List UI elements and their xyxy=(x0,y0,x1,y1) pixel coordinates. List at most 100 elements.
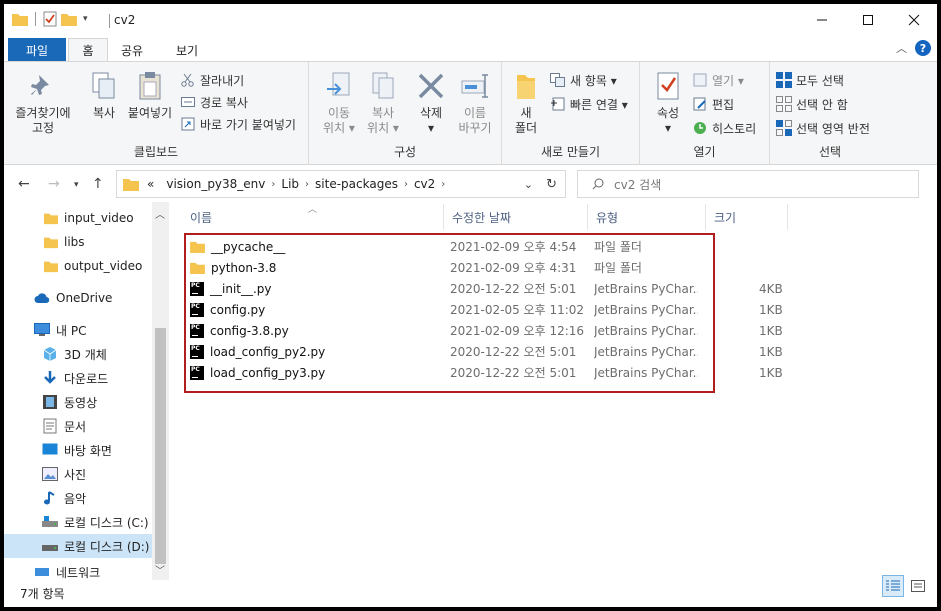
new-folder-icon[interactable] xyxy=(61,12,77,26)
address-dropdown-icon[interactable]: ⌄ xyxy=(524,178,533,191)
close-button[interactable] xyxy=(891,4,937,36)
file-row[interactable]: PC config.py 2021-02-05 오후 11:02 JetBrain… xyxy=(184,299,783,320)
chevron-right-icon[interactable]: › xyxy=(404,179,408,190)
copy-to-button[interactable]: 복사 위치 ▾ xyxy=(361,70,405,136)
column-header-date[interactable]: 수정한 날짜 xyxy=(444,204,588,230)
pycharm-file-icon: PC xyxy=(190,344,204,359)
chevron-right-icon[interactable]: › xyxy=(441,179,445,190)
invert-selection-button[interactable]: 선택 영역 반전 xyxy=(776,118,870,138)
select-all-button[interactable]: 모두 선택 xyxy=(776,70,844,90)
nav-item-desktop[interactable]: 바탕 화면 xyxy=(4,438,152,462)
new-item-button[interactable]: 새 항목 ▾ xyxy=(550,70,617,90)
nav-item-music[interactable]: 음악 xyxy=(4,486,152,510)
easy-access-label: 빠른 연결 ▾ xyxy=(570,97,628,112)
minimize-button[interactable] xyxy=(799,4,845,36)
column-header-name[interactable]: 이름 xyxy=(182,204,444,230)
refresh-icon[interactable]: ↻ xyxy=(546,177,557,192)
collapse-ribbon-icon[interactable]: ︿ xyxy=(896,40,907,56)
nav-item-label: 다운로드 xyxy=(64,371,109,386)
nav-item-drive-c[interactable]: 로컬 디스크 (C:) xyxy=(4,510,152,534)
file-row[interactable]: PC load_config_py2.py 2020-12-22 오전 5:01 … xyxy=(184,341,783,362)
edit-button[interactable]: 편집 xyxy=(692,94,734,114)
nav-item-label: 음악 xyxy=(64,491,87,506)
maximize-button[interactable] xyxy=(845,4,891,36)
pc-icon xyxy=(34,323,50,336)
nav-item-onedrive[interactable]: OneDrive xyxy=(4,286,152,310)
select-none-button[interactable]: 선택 안 함 xyxy=(776,94,848,114)
file-row[interactable]: python-3.8 2021-02-09 오후 4:31 파일 폴더 xyxy=(184,257,704,278)
nav-item-label: libs xyxy=(64,235,85,249)
search-box[interactable]: cv2 검색 xyxy=(577,170,919,198)
recent-chevron-icon[interactable]: ▾ xyxy=(74,180,79,190)
breadcrumb-item[interactable]: Lib xyxy=(281,177,299,191)
file-date: 2021-02-09 오후 4:54 xyxy=(450,240,577,254)
file-row[interactable]: PC config-3.8.py 2021-02-09 오후 12:16 JetB… xyxy=(184,320,783,341)
nav-item-libs[interactable]: libs xyxy=(4,230,152,254)
ribbon: 즐겨찾기에 고정 복사 붙여넣기 잘라내기 경로 복사 바로 가기 붙여넣기 클… xyxy=(4,61,937,165)
scroll-up-icon[interactable]: ︿ xyxy=(155,206,165,221)
nav-item-label: OneDrive xyxy=(56,291,113,305)
breadcrumb-item[interactable]: site-packages xyxy=(315,177,398,191)
nav-item-downloads[interactable]: 다운로드 xyxy=(4,366,152,390)
rename-button[interactable]: 이름 바꾸기 xyxy=(453,70,497,136)
paste-shortcut-button[interactable]: 바로 가기 붙여넣기 xyxy=(180,114,296,134)
paste-button[interactable]: 붙여넣기 xyxy=(124,70,176,121)
properties-check-icon[interactable] xyxy=(43,11,57,27)
pin-quick-access-button[interactable]: 즐겨찾기에 고정 xyxy=(12,70,74,136)
up-arrow-icon[interactable]: ↑ xyxy=(92,176,104,192)
file-row[interactable]: PC __init__.py 2020-12-22 오전 5:01 JetBrai… xyxy=(184,278,783,299)
tab-share[interactable]: 공유 xyxy=(112,38,152,62)
scroll-down-icon[interactable]: ﹀ xyxy=(155,562,165,577)
nav-item-input-video[interactable]: input_video xyxy=(4,206,152,230)
clipboard-group: 즐겨찾기에 고정 복사 붙여넣기 잘라내기 경로 복사 바로 가기 붙여넣기 클… xyxy=(4,62,309,164)
network-icon xyxy=(35,568,49,576)
select-all-icon xyxy=(776,72,792,88)
delete-button[interactable]: 삭제 ▾ xyxy=(409,70,453,136)
open-button[interactable]: 열기 ▾ xyxy=(692,70,744,90)
copy-path-button[interactable]: 경로 복사 xyxy=(180,92,248,112)
nav-item-this-pc[interactable]: 내 PC xyxy=(4,318,152,342)
breadcrumb-overflow[interactable]: « xyxy=(147,177,154,191)
back-arrow-icon[interactable]: ← xyxy=(18,176,30,192)
file-row[interactable]: PC load_config_py3.py 2020-12-22 오전 5:01 … xyxy=(184,362,783,383)
column-header-type[interactable]: 유형 xyxy=(588,204,706,230)
tab-file[interactable]: 파일 xyxy=(8,38,66,62)
quick-access-toolbar: ▾ xyxy=(12,11,88,27)
copy-path-label: 경로 복사 xyxy=(200,95,248,110)
nav-item-output-video[interactable]: output_video xyxy=(4,254,152,278)
chevron-right-icon[interactable]: › xyxy=(305,179,309,190)
move-to-button[interactable]: 이동 위치 ▾ xyxy=(317,70,361,136)
select-none-icon xyxy=(776,96,792,112)
select-group: 모두 선택 선택 안 함 선택 영역 반전 선택 xyxy=(770,62,890,164)
cut-button[interactable]: 잘라내기 xyxy=(180,70,244,90)
file-row[interactable]: __pycache__ 2021-02-09 오후 4:54 파일 폴더 xyxy=(184,236,704,257)
history-button[interactable]: 히스토리 xyxy=(692,118,756,138)
nav-item-network[interactable]: 네트워크 xyxy=(4,564,152,580)
properties-button[interactable]: 속성 ▾ xyxy=(644,70,692,136)
tab-home[interactable]: 홈 xyxy=(68,38,108,62)
breadcrumb-item[interactable]: vision_py38_env xyxy=(166,177,265,191)
nav-item-drive-d[interactable]: 로컬 디스크 (D:) xyxy=(4,534,152,558)
nav-item-3d-objects[interactable]: 3D 개체 xyxy=(4,342,152,366)
forward-arrow-icon[interactable]: → xyxy=(48,176,60,192)
nav-item-videos[interactable]: 동영상 xyxy=(4,390,152,414)
nav-item-pictures[interactable]: 사진 xyxy=(4,462,152,486)
new-folder-button[interactable]: 새 폴더 xyxy=(506,70,546,136)
nav-scrollbar[interactable]: ︿ ﹀ xyxy=(152,202,169,580)
chevron-down-icon[interactable]: ▾ xyxy=(83,14,88,24)
breadcrumb-item[interactable]: cv2 xyxy=(414,177,435,191)
easy-access-button[interactable]: 빠른 연결 ▾ xyxy=(550,94,628,114)
folder-icon xyxy=(190,241,205,253)
column-header-size[interactable]: 크기 xyxy=(706,204,788,230)
edit-label: 편집 xyxy=(712,97,735,112)
scroll-thumb[interactable] xyxy=(155,328,166,564)
copy-button[interactable]: 복사 xyxy=(84,70,124,121)
file-size: 1KB xyxy=(759,365,783,380)
address-bar[interactable]: « vision_py38_env › Lib › site-packages … xyxy=(116,170,566,198)
tab-view[interactable]: 보기 xyxy=(164,38,210,62)
chevron-right-icon[interactable]: › xyxy=(271,179,275,190)
help-icon[interactable]: ? xyxy=(915,40,931,56)
details-view-button[interactable] xyxy=(882,575,904,597)
nav-item-documents[interactable]: 문서 xyxy=(4,414,152,438)
large-icons-view-button[interactable] xyxy=(907,575,929,597)
